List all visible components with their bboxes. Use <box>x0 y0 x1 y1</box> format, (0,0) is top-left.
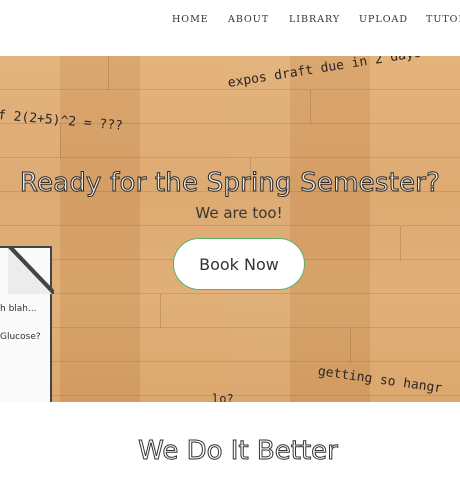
paper-text-1: h blah... <box>0 304 37 314</box>
nav-item-home[interactable]: HOME <box>172 14 209 25</box>
nav-item-upload[interactable]: UPLOAD <box>359 14 408 25</box>
paper-fold-icon <box>8 246 54 294</box>
paper-text-2: Glucose? <box>0 332 41 342</box>
section-title: We Do It Better <box>138 436 339 467</box>
nav-item-about[interactable]: ABOUT <box>228 14 269 25</box>
hero-title: Ready for the Spring Semester? <box>19 168 441 199</box>
hero-subtitle: We are too! <box>195 204 283 222</box>
scribble-expos: expos draft due in 2 days :( <box>226 56 446 91</box>
hero-banner: expos draft due in 2 days :( f 2(2+5)^2 … <box>0 56 460 402</box>
scribble-bottom: lo? <box>212 392 234 402</box>
nav-item-tutor[interactable]: TUTOR <box>426 14 460 25</box>
nav-item-library[interactable]: LIBRARY <box>289 14 340 25</box>
scribble-math: f 2(2+5)^2 = ??? <box>0 108 124 134</box>
book-now-button[interactable]: Book Now <box>173 238 305 290</box>
scribble-getting: getting so hangr <box>316 364 444 397</box>
top-nav: HOME ABOUT LIBRARY UPLOAD TUTOR <box>0 0 460 56</box>
